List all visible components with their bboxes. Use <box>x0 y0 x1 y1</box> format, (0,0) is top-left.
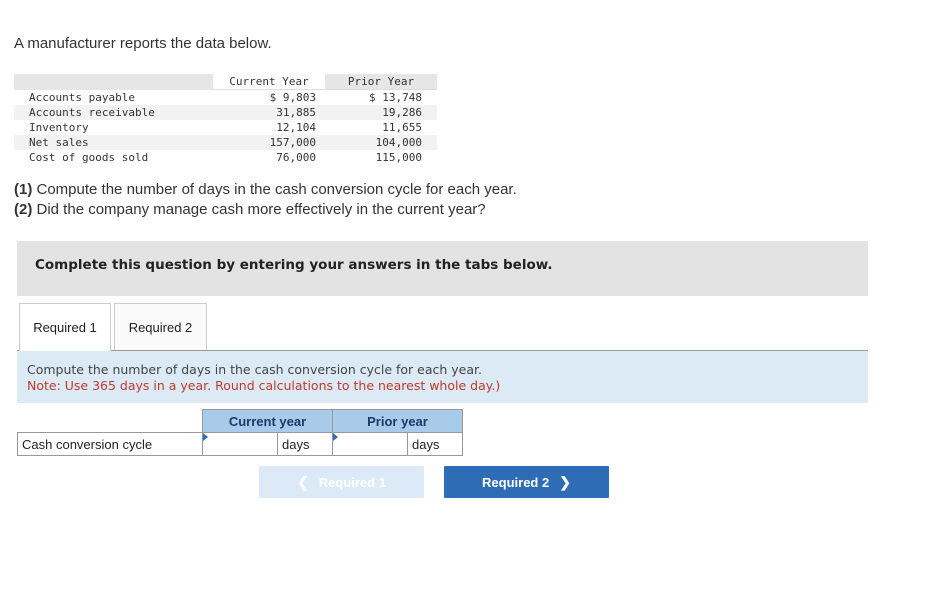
input-marker-icon <box>203 433 208 441</box>
row-label: Accounts payable <box>14 89 213 105</box>
question-1-number: (1) <box>14 181 33 198</box>
next-tab-label: Required 2 <box>482 474 550 490</box>
table-row: Cost of goods sold 76,000 115,000 <box>14 150 437 165</box>
table-row: Accounts receivable 31,885 19,286 <box>14 105 437 120</box>
prior-year-input-cell <box>332 432 408 456</box>
current-value: 157,000 <box>213 135 325 150</box>
answer-header-prior-year: Prior year <box>332 409 463 433</box>
header-current-year: Current Year <box>213 74 325 90</box>
answer-row-label: Cash conversion cycle <box>17 432 203 456</box>
data-table: Current Year Prior Year Accounts payable… <box>14 74 437 165</box>
prior-value: $ 13,748 <box>325 89 437 105</box>
prior-value: 104,000 <box>325 135 437 150</box>
question-2: (2) Did the company manage cash more eff… <box>14 201 486 218</box>
input-marker-icon <box>333 433 338 441</box>
current-year-unit: days <box>277 432 333 456</box>
data-table-blank-header <box>14 74 213 90</box>
table-row: Accounts payable $ 9,803 $ 13,748 <box>14 89 437 105</box>
current-value: 31,885 <box>213 105 325 120</box>
table-row: Inventory 12,104 11,655 <box>14 120 437 135</box>
answer-row: Cash conversion cycle days days <box>17 432 463 456</box>
answer-table: Current year Prior year Cash conversion … <box>17 409 463 456</box>
question-2-number: (2) <box>14 201 33 218</box>
tab-instructions: Compute the number of days in the cash c… <box>17 351 868 403</box>
prior-year-input[interactable] <box>333 433 407 455</box>
intro-text: A manufacturer reports the data below. <box>14 35 272 52</box>
tab-required-1[interactable]: Required 1 <box>19 303 111 351</box>
prior-value: 11,655 <box>325 120 437 135</box>
current-value: 76,000 <box>213 150 325 165</box>
question-2-text: Did the company manage cash more effecti… <box>32 201 486 218</box>
prior-year-unit: days <box>407 432 463 456</box>
row-label: Cost of goods sold <box>14 150 213 165</box>
instruction-line: Compute the number of days in the cash c… <box>27 362 482 377</box>
instruction-banner: Complete this question by entering your … <box>17 241 868 296</box>
question-1: (1) Compute the number of days in the ca… <box>14 181 517 198</box>
table-row: Net sales 157,000 104,000 <box>14 135 437 150</box>
instruction-note: Note: Use 365 days in a year. Round calc… <box>27 378 501 393</box>
tab-required-2[interactable]: Required 2 <box>114 303 207 350</box>
chevron-left-icon: ❮ <box>297 473 309 490</box>
prior-value: 115,000 <box>325 150 437 165</box>
chevron-right-icon: ❯ <box>559 473 571 490</box>
prev-tab-button[interactable]: ❮ Required 1 <box>259 466 424 498</box>
row-label: Inventory <box>14 120 213 135</box>
question-1-text: Compute the number of days in the cash c… <box>32 181 517 198</box>
current-year-input-cell <box>202 432 278 456</box>
row-label: Net sales <box>14 135 213 150</box>
current-year-input[interactable] <box>203 433 277 455</box>
answer-table-blank <box>18 410 203 433</box>
current-value: 12,104 <box>213 120 325 135</box>
prior-value: 19,286 <box>325 105 437 120</box>
row-label: Accounts receivable <box>14 105 213 120</box>
header-prior-year: Prior Year <box>325 74 437 90</box>
next-tab-button[interactable]: Required 2 ❯ <box>444 466 609 498</box>
prev-tab-label: Required 1 <box>318 474 386 490</box>
answer-header-current-year: Current year <box>202 409 333 433</box>
current-value: $ 9,803 <box>213 89 325 105</box>
